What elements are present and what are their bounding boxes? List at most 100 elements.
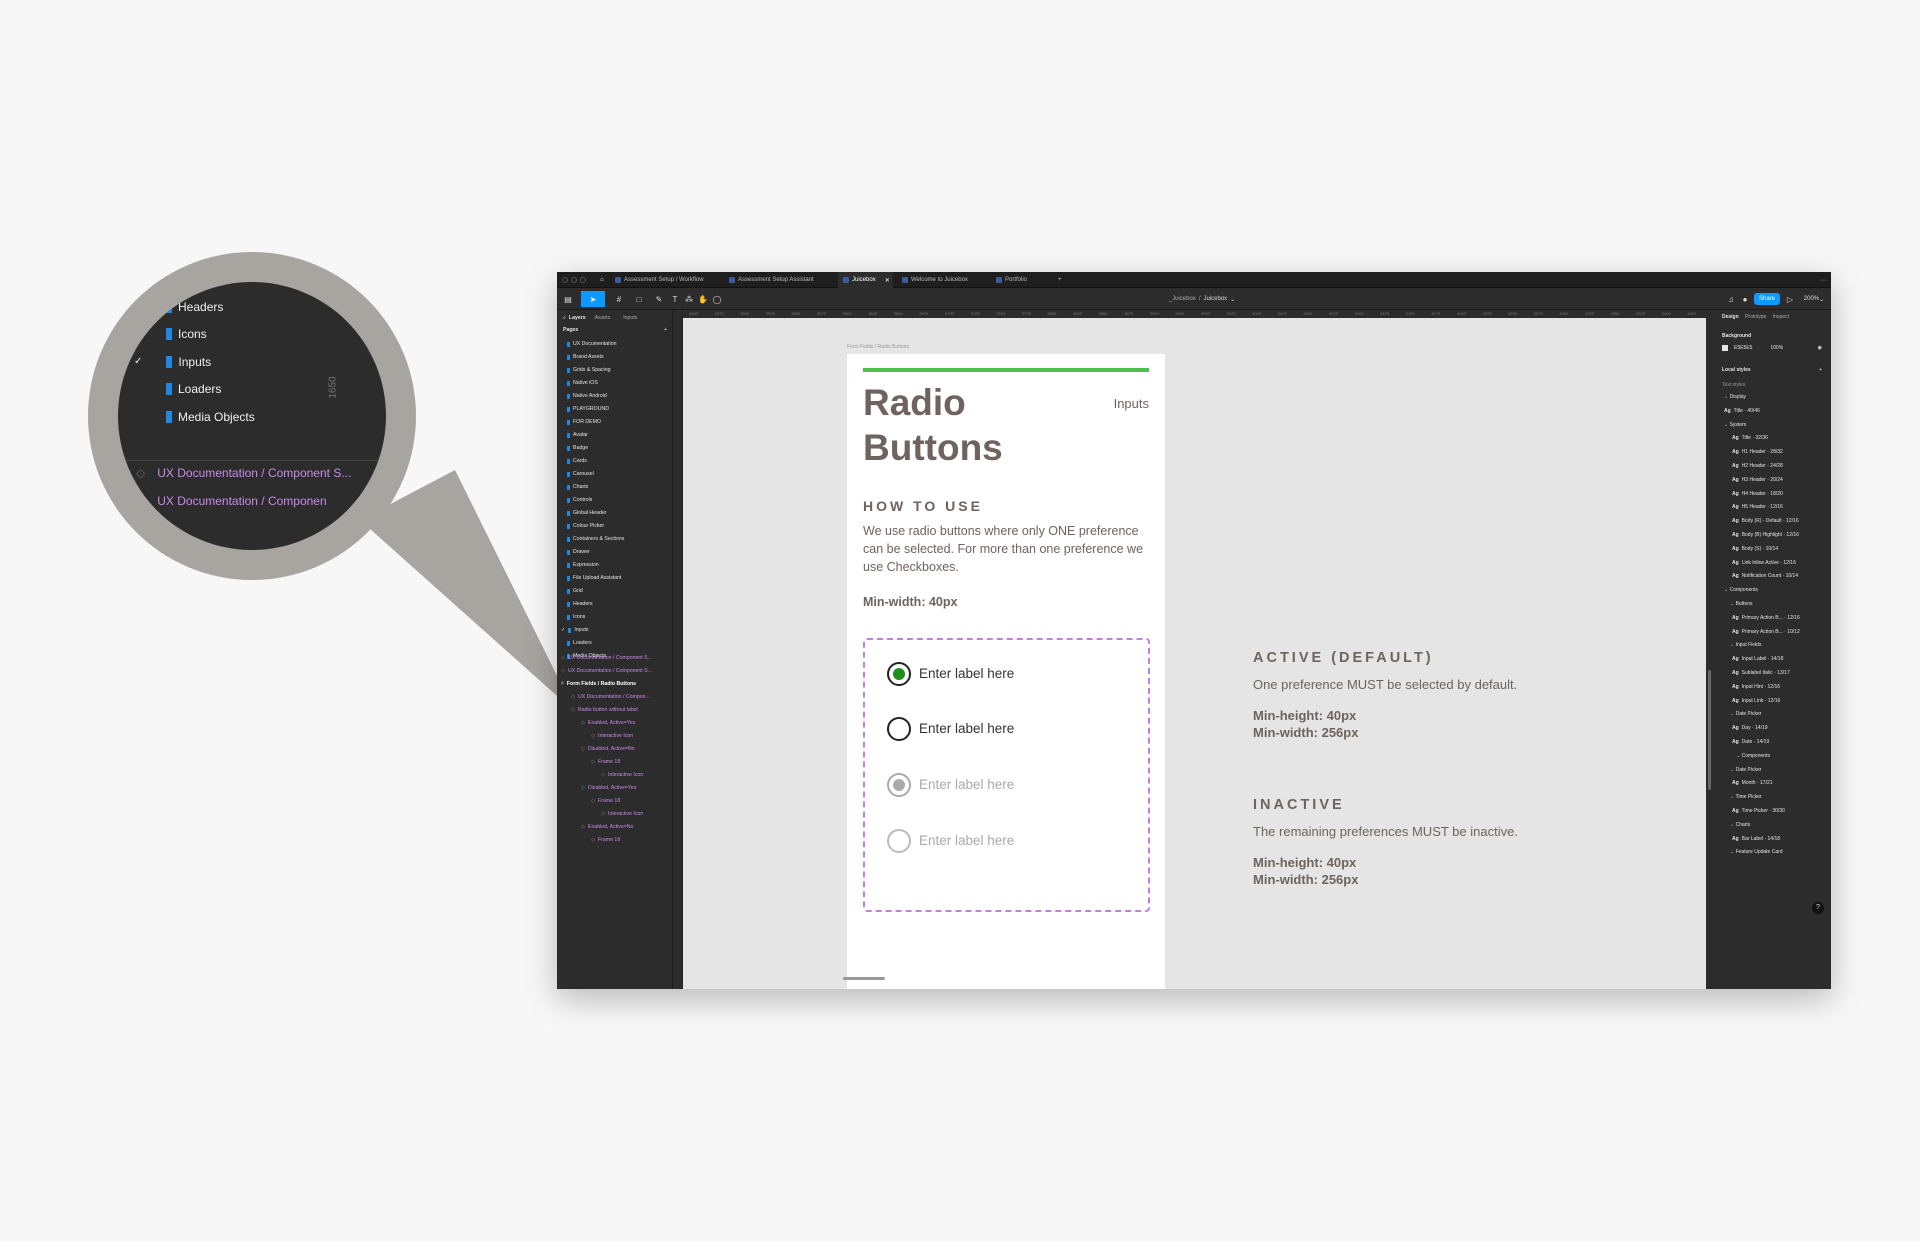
background-row[interactable]: E5E5E5 100% ◉ bbox=[1722, 345, 1822, 351]
tab-assessment-assistant[interactable]: Assessment Setup Assistant bbox=[724, 272, 834, 288]
text-style-item[interactable]: ⌄ System bbox=[1724, 422, 1746, 428]
text-style-item[interactable]: Ag Date · 14/19 bbox=[1732, 739, 1769, 745]
page-item[interactable]: Grid bbox=[567, 585, 583, 597]
tab-design[interactable]: Design bbox=[1722, 314, 1739, 320]
page-item[interactable]: File Upload Assistant bbox=[567, 572, 621, 584]
close-window-icon[interactable] bbox=[562, 277, 568, 283]
layer-item[interactable]: ◇ Radio button without label bbox=[571, 704, 638, 716]
page-item[interactable]: ✓ Inputs bbox=[561, 624, 589, 636]
text-style-item[interactable]: ⌄ Display bbox=[1724, 394, 1746, 400]
frame-label[interactable]: Form Fields / Radio Buttons bbox=[847, 344, 909, 350]
layer-item[interactable]: ◇ Interactive Icon bbox=[591, 730, 633, 742]
text-style-item[interactable]: Ag H3 Header · 20/24 bbox=[1732, 477, 1783, 483]
tab-layers[interactable]: Layers bbox=[569, 315, 586, 321]
avatar[interactable]: ● bbox=[1739, 291, 1751, 307]
page-item[interactable]: Containers & Sections bbox=[567, 533, 624, 545]
text-style-item[interactable]: Ag Input Link · 12/16 bbox=[1732, 698, 1780, 704]
tab-inspect[interactable]: Inspect bbox=[1773, 314, 1789, 320]
canvas[interactable]: Form Fields / Radio Buttons Radio Buttons… bbox=[683, 318, 1706, 989]
text-style-item[interactable]: Ag Input Label · 14/18 bbox=[1732, 656, 1783, 662]
text-style-item[interactable]: ⌄ Date Picker bbox=[1730, 711, 1761, 717]
page-item[interactable]: Avatar bbox=[567, 429, 588, 441]
main-menu-icon[interactable]: ▤ bbox=[561, 291, 575, 307]
more-icon[interactable]: ⋯ bbox=[1815, 272, 1826, 288]
layer-item[interactable]: ◇ UX Documentation / Component S... bbox=[561, 665, 652, 677]
page-item[interactable]: Native iOS bbox=[567, 377, 598, 389]
page-item[interactable]: Grids & Spacing bbox=[567, 364, 610, 376]
move-tool-icon[interactable]: ➤ bbox=[581, 291, 605, 307]
tab-prototype[interactable]: Prototype bbox=[1745, 314, 1766, 320]
text-style-item[interactable]: Ag H5 Header · 12/16 bbox=[1732, 504, 1783, 510]
page-item[interactable]: Expression bbox=[567, 559, 599, 571]
page-item[interactable]: Carousel bbox=[567, 468, 594, 480]
tab-juicebox[interactable]: Juicebox ✕ bbox=[838, 272, 893, 288]
layer-item[interactable]: ◇ Disabled, Active=No bbox=[581, 743, 635, 755]
close-tab-icon[interactable]: ✕ bbox=[885, 277, 890, 284]
page-item[interactable]: Cards bbox=[567, 455, 587, 467]
page-item[interactable]: Colour Picker bbox=[567, 520, 604, 532]
text-style-item[interactable]: Ag Body (B) Highlight · 12/16 bbox=[1732, 532, 1799, 538]
text-style-item[interactable]: Ag H1 Header · 28/32 bbox=[1732, 449, 1783, 455]
page-item[interactable]: PLAYGROUND bbox=[567, 403, 609, 415]
pen-tool-icon[interactable]: ✎ bbox=[651, 291, 667, 307]
page-item[interactable]: Global Header bbox=[567, 507, 606, 519]
text-style-item[interactable]: Ag Link Inline Active · 12/16 bbox=[1732, 560, 1796, 566]
components-icon[interactable]: ⁂ bbox=[683, 291, 695, 307]
page-item[interactable]: Brand Assets bbox=[567, 351, 604, 363]
page-item[interactable]: Charts bbox=[567, 481, 588, 493]
text-style-item[interactable]: Ag Primary Action B... · 10/12 bbox=[1732, 629, 1800, 635]
background-swatch[interactable] bbox=[1722, 345, 1728, 351]
headphones-icon[interactable]: ♫ bbox=[1725, 291, 1737, 307]
zoom-select[interactable]: 200% ⌄ bbox=[1801, 291, 1827, 307]
text-style-item[interactable]: ⌄ Buttons bbox=[1730, 601, 1753, 607]
page-item[interactable]: Badge bbox=[567, 442, 588, 454]
horizontal-scrollbar[interactable] bbox=[843, 977, 885, 980]
search-icon[interactable]: ⌕ bbox=[563, 315, 566, 322]
home-icon[interactable]: ⌂ bbox=[595, 272, 607, 288]
text-tool-icon[interactable]: T bbox=[669, 291, 681, 307]
text-style-item[interactable]: Ag H4 Header · 18/20 bbox=[1732, 491, 1783, 497]
layer-item[interactable]: ◇ Interactive Icon bbox=[601, 808, 643, 820]
layer-item[interactable]: ◇ Enabled, Active=Yes bbox=[581, 717, 635, 729]
page-item[interactable]: Native Android bbox=[567, 390, 607, 402]
radio-buttons-frame[interactable]: Radio Buttons Inputs HOW TO USE We use ra… bbox=[847, 354, 1165, 989]
text-style-item[interactable]: Ag Body (R) - Default · 12/16 bbox=[1732, 518, 1799, 524]
page-selector[interactable]: Inputs bbox=[623, 315, 637, 321]
text-style-item[interactable]: Ag H2 Header · 24/28 bbox=[1732, 463, 1783, 469]
comment-tool-icon[interactable]: ◯ bbox=[711, 291, 723, 307]
layer-item[interactable]: ◇ Interactive Icon bbox=[601, 769, 643, 781]
page-item[interactable]: Controls bbox=[567, 494, 592, 506]
tab-assets[interactable]: Assets bbox=[595, 315, 611, 321]
breadcrumb[interactable]: _Juicebox / Juicebox ⌄ bbox=[1157, 291, 1247, 307]
radio-inactive[interactable] bbox=[887, 717, 911, 741]
tab-assessment-workflow[interactable]: Assessment Setup / Workflow bbox=[610, 272, 720, 288]
vertical-scrollbar[interactable] bbox=[1708, 670, 1711, 790]
page-item[interactable]: Drawer bbox=[567, 546, 590, 558]
help-icon[interactable]: ? bbox=[1812, 902, 1824, 914]
page-item[interactable]: Headers bbox=[567, 598, 593, 610]
text-style-item[interactable]: Ag Sublabel Italic · 13/17 bbox=[1732, 670, 1790, 676]
text-style-item[interactable]: Ag Time Picker · 30/30 bbox=[1732, 808, 1785, 814]
text-style-item[interactable]: ⌄ Feature Update Card bbox=[1730, 849, 1783, 855]
page-item[interactable]: Loaders bbox=[567, 637, 592, 649]
shape-tool-icon[interactable]: □ bbox=[631, 291, 647, 307]
add-page-icon[interactable]: + bbox=[664, 327, 667, 333]
add-style-icon[interactable]: + bbox=[1819, 367, 1822, 373]
layer-item[interactable]: ◇ UX Documentation / Component S... bbox=[561, 652, 652, 664]
tab-portfolio[interactable]: Portfolio bbox=[991, 272, 1049, 288]
text-style-item[interactable]: ⌄ Time Picker bbox=[1730, 794, 1762, 800]
text-style-item[interactable]: ⌄ Components bbox=[1724, 587, 1758, 593]
layer-item[interactable]: ◇ Frame 18 bbox=[591, 834, 620, 846]
layer-item[interactable]: # Form Fields / Radio Buttons bbox=[561, 678, 636, 690]
frame-tool-icon[interactable]: # bbox=[611, 291, 627, 307]
layer-item[interactable]: ◇ UX Documentation / Compon... bbox=[571, 691, 650, 703]
background-hex[interactable]: E5E5E5 bbox=[1734, 345, 1752, 351]
text-style-item[interactable]: Ag Body (S) · 10/14 bbox=[1732, 546, 1778, 552]
page-item[interactable]: UX Documentation bbox=[567, 338, 617, 350]
text-style-item[interactable]: Ag Month · 17/21 bbox=[1732, 780, 1773, 786]
hand-tool-icon[interactable]: ✋ bbox=[697, 291, 709, 307]
text-style-item[interactable]: ⌄ Components bbox=[1736, 753, 1770, 759]
page-item[interactable]: Icons bbox=[567, 611, 585, 623]
layer-item[interactable]: ◇ Disabled, Active=Yes bbox=[581, 782, 636, 794]
text-style-item[interactable]: ⌄ Charts bbox=[1730, 822, 1750, 828]
